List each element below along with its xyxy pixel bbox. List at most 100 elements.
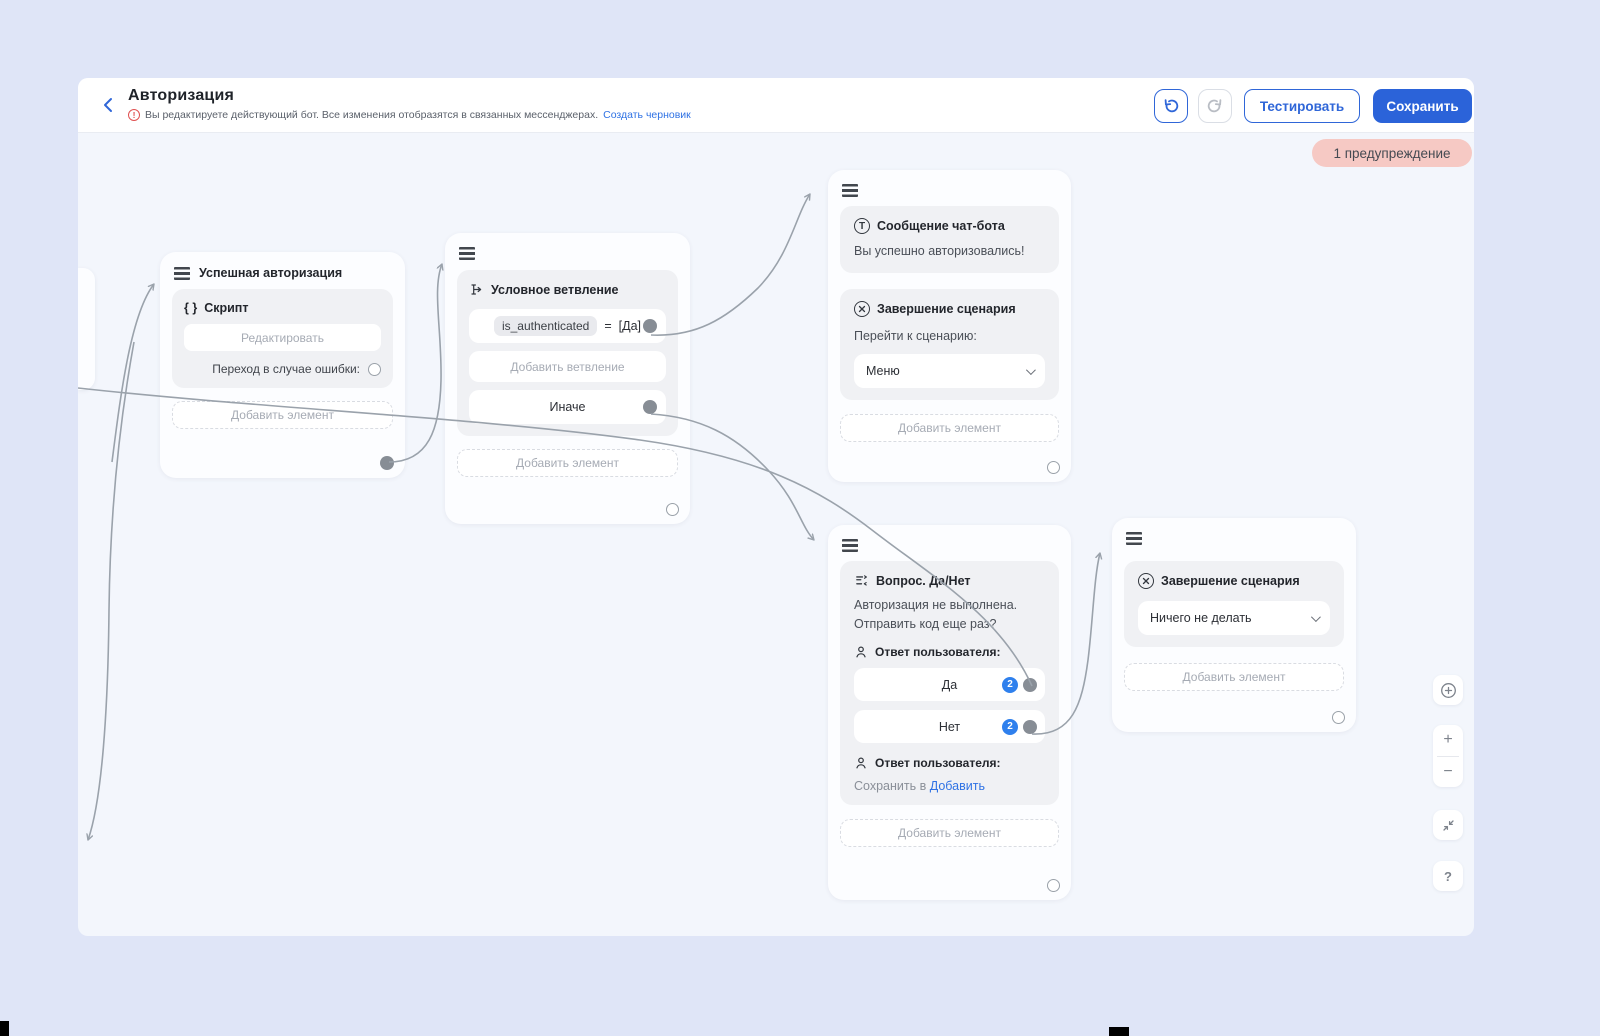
create-draft-link[interactable]: Создать черновик [603, 109, 691, 121]
redo-button[interactable] [1198, 89, 1232, 123]
node-end-header [1112, 518, 1356, 561]
edge-to-offscreen-left [88, 342, 134, 840]
end-action-value: Ничего не делать [1150, 611, 1252, 625]
zoom-out-button[interactable]: − [1433, 757, 1463, 788]
add-branch-button[interactable]: Добавить ветвление [469, 351, 666, 382]
user-answer-label: Ответ пользователя: [875, 645, 1001, 659]
screen-artifact [1109, 1027, 1129, 1036]
offscreen-node-edge [78, 268, 95, 390]
fit-view-button[interactable] [1433, 810, 1463, 840]
bot-message-card-title: Сообщение чат-бота [854, 218, 1045, 234]
chevron-down-icon [1026, 365, 1036, 375]
edit-warning-text: Вы редактируете действующий бот. Все изм… [145, 109, 598, 121]
error-transition-label: Переход в случае ошибки: [212, 362, 360, 376]
back-button[interactable] [98, 94, 120, 116]
warning-icon [128, 109, 140, 121]
save-to-row: Сохранить в Добавить [854, 779, 1045, 793]
end-card: Завершение сценария Ничего не делать [1124, 561, 1344, 647]
else-label: Иначе [549, 400, 585, 414]
output-port[interactable] [380, 456, 394, 470]
drag-handle-icon[interactable] [459, 247, 475, 260]
edge-into-success-auth [112, 284, 154, 462]
end-card-title: Завершение сценария [1138, 573, 1330, 589]
question-title: Вопрос. Да/Нет [876, 574, 970, 588]
help-button[interactable]: ? [1433, 861, 1463, 891]
goto-scenario-label: Перейти к сценарию: [854, 327, 1045, 346]
user-answer-row: Ответ пользователя: [854, 645, 1045, 659]
condition-card-title: Условное ветвление [469, 282, 666, 297]
add-element-button[interactable]: Добавить элемент [172, 401, 393, 429]
text-message-icon [854, 218, 870, 234]
person-icon [854, 756, 868, 770]
add-node-button[interactable] [1433, 675, 1463, 705]
flow-connectors [78, 78, 1474, 936]
end-scenario-title: Завершение сценария [877, 302, 1016, 316]
collapse-icon [1441, 818, 1456, 833]
node-bot-message[interactable]: Сообщение чат-бота Вы успешно авторизова… [828, 170, 1071, 482]
scenario-select[interactable]: Меню [854, 354, 1045, 388]
flow-editor-panel: Авторизация Вы редактируете действующий … [78, 78, 1474, 936]
add-element-button[interactable]: Добавить элемент [1124, 663, 1344, 691]
node-end-scenario[interactable]: Завершение сценария Ничего не делать Доб… [1112, 518, 1356, 732]
else-row[interactable]: Иначе [469, 390, 666, 424]
else-port[interactable] [643, 400, 657, 414]
drag-handle-icon[interactable] [174, 267, 190, 280]
next-step-port[interactable] [666, 503, 679, 516]
answer-no-port[interactable] [1023, 720, 1037, 734]
redo-icon [1206, 97, 1224, 115]
braces-icon: { } [184, 301, 197, 315]
next-step-port[interactable] [1047, 879, 1060, 892]
test-button[interactable]: Тестировать [1244, 89, 1360, 123]
drag-handle-icon[interactable] [842, 184, 858, 197]
branch-yes-port[interactable] [643, 319, 657, 333]
script-card-title: { } Скрипт [184, 301, 381, 315]
bot-message-text: Вы успешно авторизовались! [854, 242, 1045, 261]
answer-no-row[interactable]: Нет 2 [854, 710, 1045, 743]
answer-no-controls: 2 [1002, 719, 1037, 735]
connection-count-badge[interactable]: 2 [1002, 677, 1018, 693]
question-card-title: Вопрос. Да/Нет [854, 573, 1045, 588]
add-element-button[interactable]: Добавить элемент [840, 414, 1059, 442]
answer-yes-label: Да [942, 678, 957, 692]
node-title: Успешная авторизация [199, 266, 342, 280]
error-port[interactable] [368, 363, 381, 376]
person-icon [854, 645, 868, 659]
answer-yes-controls: 2 [1002, 677, 1037, 693]
screen-artifact [0, 1021, 9, 1036]
operator: = [604, 319, 611, 333]
desktop: { "header": { "title": "Авторизация", "w… [0, 0, 1600, 1036]
zoom-controls: + − [1433, 725, 1463, 787]
node-bot-message-header [828, 170, 1071, 206]
edit-script-button[interactable]: Редактировать [184, 324, 381, 351]
node-question-yes-no[interactable]: Вопрос. Да/Нет Авторизация не выполнена.… [828, 525, 1071, 900]
end-scenario-icon [854, 301, 870, 317]
answer-yes-row[interactable]: Да 2 [854, 668, 1045, 701]
page-title: Авторизация [128, 87, 691, 105]
save-to-add-link[interactable]: Добавить [930, 779, 985, 793]
drag-handle-icon[interactable] [1126, 532, 1142, 545]
next-step-port[interactable] [1047, 461, 1060, 474]
add-element-button[interactable]: Добавить элемент [840, 819, 1059, 847]
node-condition[interactable]: Условное ветвление is_authenticated = [Д… [445, 233, 690, 524]
undo-button[interactable] [1154, 89, 1188, 123]
next-step-port[interactable] [1332, 711, 1345, 724]
script-card: { } Скрипт Редактировать Переход в случа… [172, 289, 393, 388]
title-block: Авторизация Вы редактируете действующий … [128, 87, 691, 121]
editor-header: Авторизация Вы редактируете действующий … [78, 78, 1474, 133]
connection-count-badge[interactable]: 2 [1002, 719, 1018, 735]
add-element-button[interactable]: Добавить элемент [457, 449, 678, 477]
bot-message-title: Сообщение чат-бота [877, 219, 1005, 233]
warnings-count-badge[interactable]: 1 предупреждение [1312, 139, 1472, 167]
condition-branch-row[interactable]: is_authenticated = [Да] [469, 309, 666, 343]
node-condition-header [445, 233, 690, 270]
node-success-auth[interactable]: Успешная авторизация { } Скрипт Редактир… [160, 252, 405, 478]
end-scenario-card: Завершение сценария Перейти к сценарию: … [840, 289, 1059, 400]
answer-yes-port[interactable] [1023, 678, 1037, 692]
edit-warning-row: Вы редактируете действующий бот. Все изм… [128, 109, 691, 121]
save-button[interactable]: Сохранить [1373, 89, 1472, 123]
scenario-select-value: Меню [866, 364, 900, 378]
zoom-in-button[interactable]: + [1433, 725, 1463, 756]
drag-handle-icon[interactable] [842, 539, 858, 552]
user-answer-row-2: Ответ пользователя: [854, 756, 1045, 770]
end-action-select[interactable]: Ничего не делать [1138, 601, 1330, 635]
